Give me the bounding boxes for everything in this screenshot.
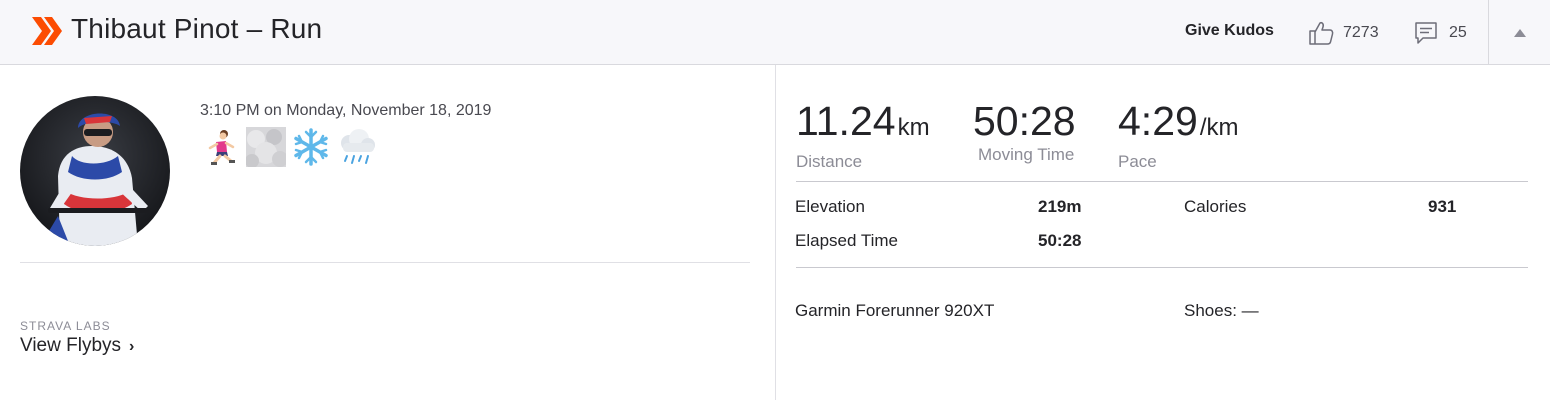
distance-stat: 11.24km Distance xyxy=(796,98,930,172)
distance-unit: km xyxy=(897,114,930,141)
elevation-label: Elevation xyxy=(795,197,865,216)
kudos-count: 7273 xyxy=(1343,24,1379,41)
device-name: Garmin Forerunner 920XT xyxy=(795,301,995,320)
stats-divider-bottom xyxy=(796,267,1528,268)
elapsed-time-value: 50:28 xyxy=(1038,231,1082,250)
comment-icon xyxy=(1415,22,1437,44)
snowflake-icon xyxy=(290,126,332,168)
give-kudos-button[interactable]: Give Kudos xyxy=(1185,22,1274,40)
pace-value: 4:29/km xyxy=(1118,98,1239,144)
distance-label: Distance xyxy=(796,152,863,171)
caret-up-icon xyxy=(1513,28,1526,37)
elapsed-time-label: Elapsed Time xyxy=(795,231,898,250)
chevron-right-icon: › xyxy=(129,338,135,355)
calories-label: Calories xyxy=(1184,197,1247,216)
runner-icon xyxy=(200,126,242,168)
athlete-avatar[interactable] xyxy=(20,96,170,246)
stats-divider-top xyxy=(796,181,1528,182)
pace-stat: 4:29/km Pace xyxy=(1118,98,1238,172)
moving-time-label: Moving Time xyxy=(978,145,1075,164)
strava-logo-icon xyxy=(32,17,62,45)
pace-unit: /km xyxy=(1199,114,1239,141)
comment-count: 25 xyxy=(1449,24,1467,41)
shoes-info: Shoes: — xyxy=(1184,301,1259,320)
view-flybys-link[interactable]: View Flybys › xyxy=(20,335,134,357)
activity-date: 3:10 PM on Monday, November 18, 2019 xyxy=(200,102,492,119)
comment-button[interactable]: 25 xyxy=(1413,19,1467,47)
thumbs-up-icon xyxy=(1309,22,1334,45)
distance-value: 11.24km xyxy=(796,98,930,144)
activity-header: Thibaut Pinot – Run Give Kudos 7273 25 xyxy=(0,0,1550,65)
activity-icons xyxy=(200,126,380,168)
view-flybys-text: View Flybys xyxy=(20,335,122,356)
rain-cloud-icon xyxy=(335,126,377,168)
strava-labs-label: STRAVA LABS xyxy=(20,319,111,333)
calories-value: 931 xyxy=(1428,197,1457,216)
elevation-value: 219m xyxy=(1038,197,1082,216)
section-divider xyxy=(20,262,750,263)
athlete-photo xyxy=(20,96,170,246)
activity-title: Thibaut Pinot – Run xyxy=(71,13,323,44)
fog-icon xyxy=(245,126,287,168)
moving-time-stat: 50:28 Moving Time xyxy=(973,98,1076,165)
panel-divider xyxy=(775,65,776,400)
moving-time-value: 50:28 xyxy=(973,98,1076,144)
collapse-button[interactable] xyxy=(1489,0,1550,65)
kudos-button[interactable]: 7273 xyxy=(1307,19,1379,47)
pace-label: Pace xyxy=(1118,152,1157,171)
